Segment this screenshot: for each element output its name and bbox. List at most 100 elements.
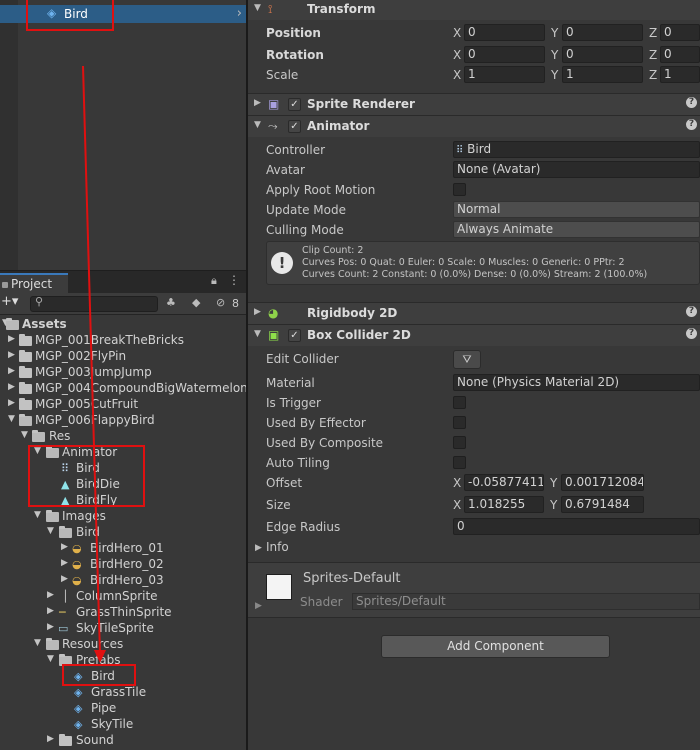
edit-shape-icon: ⛛: [462, 353, 472, 366]
fold-arrow-icon[interactable]: ▶: [254, 98, 261, 108]
rigidbody2d-header[interactable]: ▶ ◕ Rigidbody 2D ?: [248, 302, 700, 324]
scale-z-field[interactable]: 1: [660, 66, 700, 83]
position-label: Position: [266, 26, 321, 40]
help-icon[interactable]: ?: [686, 306, 697, 317]
component-title: Sprite Renderer: [307, 97, 415, 111]
scale-label: Scale: [266, 68, 299, 82]
material-field[interactable]: None (Physics Material 2D): [453, 374, 700, 391]
rotation-label: Rotation: [266, 48, 324, 62]
curves-count-text: Curves Count: 2 Constant: 0 (0.0%) Dense…: [302, 269, 648, 280]
avatar-label: Avatar: [266, 163, 305, 177]
axis-x-label: X: [453, 498, 462, 512]
add-component-button[interactable]: Add Component: [381, 635, 610, 658]
material-fold-arrow-icon[interactable]: ▶: [255, 601, 262, 611]
size-x-field[interactable]: 1.018255: [464, 496, 544, 513]
axis-z-label: Z: [649, 48, 658, 62]
offset-x-field[interactable]: -0.05877411: [464, 474, 544, 491]
axis-z-label: Z: [649, 68, 658, 82]
fold-arrow-icon[interactable]: ▼: [254, 3, 261, 13]
is-trigger-checkbox[interactable]: [453, 396, 466, 409]
position-y-field[interactable]: 0: [562, 24, 643, 41]
rotation-x-field[interactable]: 0: [464, 46, 545, 63]
axis-y-label: Y: [551, 68, 559, 82]
annotation-arrow-head: [94, 650, 106, 663]
used-by-effector-checkbox[interactable]: [453, 416, 466, 429]
axis-y-label: Y: [551, 26, 559, 40]
size-y-field[interactable]: 0.6791484: [561, 496, 644, 513]
rotation-y-field[interactable]: 0: [562, 46, 643, 63]
sprite-renderer-icon: ▣: [268, 97, 280, 111]
transform-header[interactable]: ▼ ⟟ Transform ?: [248, 0, 700, 20]
offset-label: Offset: [266, 476, 303, 490]
edge-radius-field[interactable]: 0: [453, 518, 700, 535]
animator-info-box: ! Clip Count: 2 Curves Pos: 0 Quat: 0 Eu…: [266, 241, 700, 285]
fold-arrow-icon[interactable]: ▼: [254, 329, 261, 339]
edit-collider-button[interactable]: ⛛: [453, 350, 481, 369]
enabled-checkbox[interactable]: ✓: [288, 98, 301, 111]
info-warning-icon: !: [271, 252, 293, 274]
rotation-z-field[interactable]: 0: [660, 46, 700, 63]
axis-x-label: X: [453, 26, 462, 40]
used-by-composite-label: Used By Composite: [266, 436, 384, 450]
scale-y-field[interactable]: 1: [562, 66, 643, 83]
material-swatch: [266, 574, 292, 600]
position-x-field[interactable]: 0: [464, 24, 545, 41]
help-icon[interactable]: ?: [686, 119, 697, 130]
auto-tiling-checkbox[interactable]: [453, 456, 466, 469]
culling-mode-label: Culling Mode: [266, 223, 344, 237]
axis-x-label: X: [453, 476, 462, 490]
rigidbody-icon: ◕: [268, 306, 279, 320]
component-title: Box Collider 2D: [307, 328, 411, 342]
controller-value: Bird: [467, 142, 492, 156]
axis-z-label: Z: [649, 26, 658, 40]
fold-arrow-icon[interactable]: ▼: [254, 120, 261, 130]
help-icon[interactable]: ?: [686, 97, 697, 108]
info-fold-arrow-icon[interactable]: ▶: [255, 543, 262, 553]
is-trigger-label: Is Trigger: [266, 396, 321, 410]
shader-label: Shader: [300, 595, 343, 609]
enabled-checkbox[interactable]: ✓: [288, 329, 301, 342]
update-mode-label: Update Mode: [266, 203, 346, 217]
component-title: Rigidbody 2D: [307, 306, 398, 320]
component-title: Transform: [307, 2, 376, 16]
axis-y-label: Y: [551, 48, 559, 62]
size-label: Size: [266, 498, 291, 512]
controller-field[interactable]: ⠿ Bird: [453, 141, 700, 158]
box-collider-header[interactable]: ▼ ▣ ✓ Box Collider 2D ?: [248, 324, 700, 346]
culling-mode-dropdown[interactable]: Always Animate: [453, 221, 700, 238]
axis-x-label: X: [453, 68, 462, 82]
avatar-field[interactable]: None (Avatar): [453, 161, 700, 178]
animator-controller-icon: ⠿: [456, 145, 464, 156]
transform-axes-icon: ⟟: [268, 2, 273, 16]
help-icon[interactable]: ?: [686, 328, 697, 339]
axis-x-label: X: [453, 48, 462, 62]
controller-label: Controller: [266, 143, 326, 157]
apply-root-motion-label: Apply Root Motion: [266, 183, 376, 197]
position-z-field[interactable]: 0: [660, 24, 700, 41]
curves-pos-text: Curves Pos: 0 Quat: 0 Euler: 0 Scale: 0 …: [302, 257, 625, 268]
used-by-effector-label: Used By Effector: [266, 416, 366, 430]
material-name: Sprites-Default: [303, 571, 401, 586]
fold-arrow-icon[interactable]: ▶: [254, 307, 261, 317]
animator-header[interactable]: ▼ ⤳ ✓ Animator ?: [248, 115, 700, 137]
shader-field[interactable]: Sprites/Default: [352, 593, 700, 610]
axis-y-label: Y: [550, 498, 558, 512]
edit-collider-label: Edit Collider: [266, 352, 339, 366]
update-mode-dropdown[interactable]: Normal: [453, 201, 700, 218]
annotation-drag-arrow: [82, 65, 106, 663]
used-by-composite-checkbox[interactable]: [453, 436, 466, 449]
info-foldout-label[interactable]: Info: [266, 540, 289, 554]
animator-icon: ⤳: [268, 119, 278, 133]
clip-count-text: Clip Count: 2: [302, 245, 364, 256]
auto-tiling-label: Auto Tiling: [266, 456, 330, 470]
material-label: Material: [266, 376, 315, 390]
apply-root-motion-checkbox[interactable]: [453, 183, 466, 196]
inspector-panel: ▼ ⟟ Transform ? Position X 0 Y 0 Z 0 Rot…: [248, 0, 700, 750]
sprite-renderer-header[interactable]: ▶ ▣ ✓ Sprite Renderer ?: [248, 93, 700, 115]
material-preview-block: Sprites-Default ▶ Shader Sprites/Default: [248, 562, 700, 618]
enabled-checkbox[interactable]: ✓: [288, 120, 301, 133]
offset-y-field[interactable]: 0.001712084: [561, 474, 644, 491]
scale-x-field[interactable]: 1: [464, 66, 545, 83]
annotation-arrow-line: [82, 65, 101, 655]
component-title: Animator: [307, 119, 370, 133]
